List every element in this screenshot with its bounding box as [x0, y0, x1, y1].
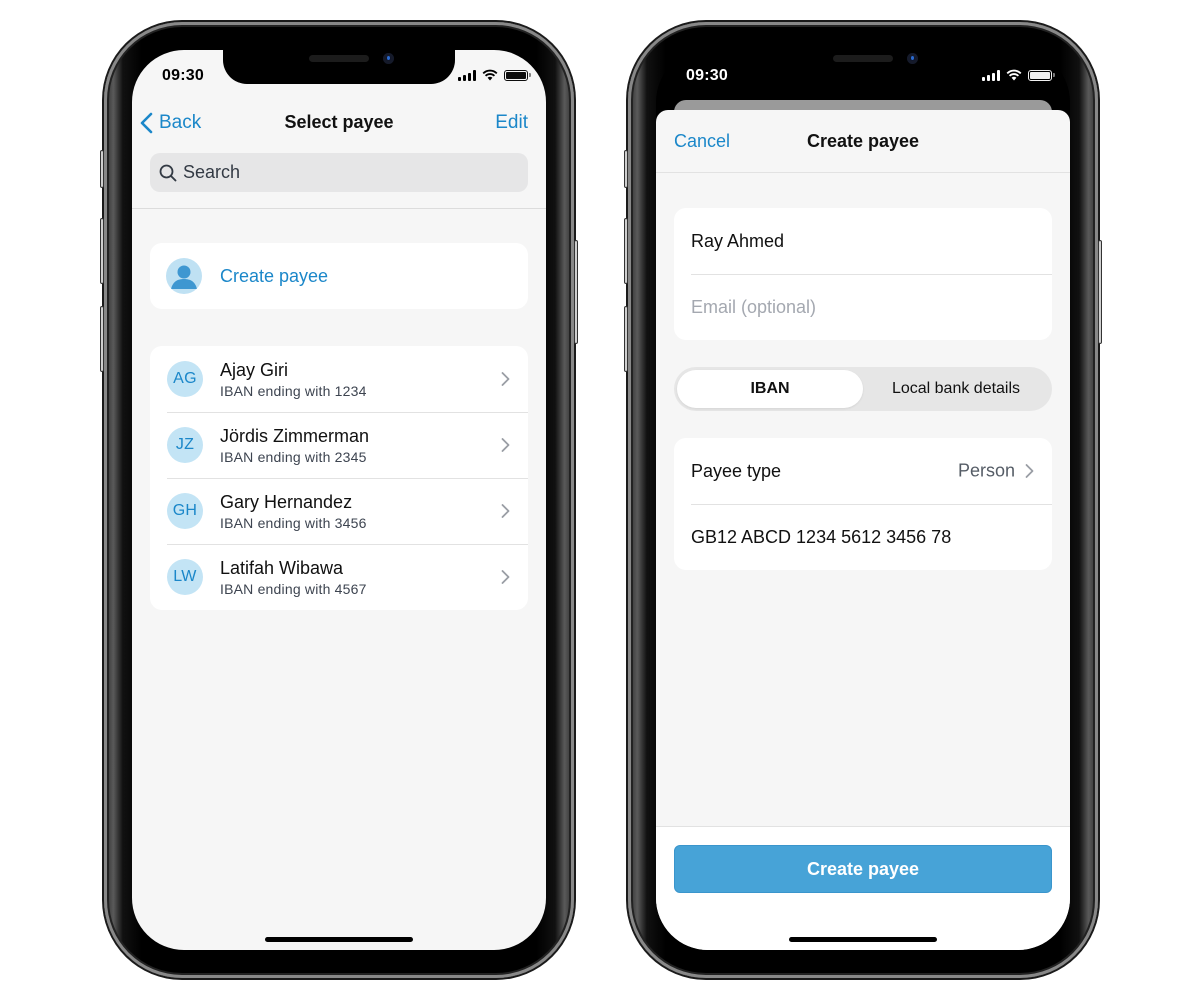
volume-up-button	[100, 218, 104, 284]
chevron-right-icon	[501, 570, 510, 584]
iban-input[interactable]	[691, 526, 1011, 548]
email-field[interactable]	[674, 274, 1052, 340]
back-button[interactable]: Back	[140, 112, 201, 134]
payee-type-row[interactable]: Payee type Person	[674, 438, 1052, 504]
chevron-right-icon	[501, 504, 510, 518]
payee-subtitle: IBAN ending with 1234	[220, 383, 367, 399]
payee-subtitle: IBAN ending with 3456	[220, 515, 367, 531]
home-indicator[interactable]	[265, 937, 413, 942]
person-icon	[166, 258, 202, 294]
mute-switch	[624, 150, 628, 188]
home-indicator[interactable]	[789, 937, 937, 942]
create-payee-label: Create payee	[220, 265, 329, 286]
payee-subtitle: IBAN ending with 2345	[220, 449, 367, 465]
back-label: Back	[159, 112, 202, 133]
avatar: JZ	[167, 427, 203, 463]
search-icon	[159, 164, 177, 181]
payee-row[interactable]: LW Latifah Wibawa IBAN ending with 4567	[150, 544, 528, 610]
edit-button[interactable]: Edit	[495, 112, 528, 134]
phone-create-payee: 09:30 Cancel Create payee Ray Ahmed Emai…	[624, 22, 1102, 978]
footer: Create payee	[656, 826, 1070, 950]
iban-field[interactable]	[674, 504, 1052, 570]
payee-name: Jördis Zimmerman	[220, 426, 370, 446]
status-time: 09:30	[686, 67, 728, 84]
battery-icon	[1028, 69, 1055, 81]
screen: 09:30 Back Select payee Edit Create	[132, 50, 546, 950]
bank-details-fields: Payee type Person	[674, 438, 1052, 570]
wifi-icon	[482, 69, 498, 81]
name-field[interactable]	[674, 208, 1052, 274]
volume-up-button	[624, 218, 628, 284]
search-bar[interactable]	[150, 153, 528, 192]
email-input[interactable]	[691, 296, 1011, 318]
payee-row[interactable]: GH Gary Hernandez IBAN ending with 3456	[150, 478, 528, 544]
power-button	[1098, 240, 1102, 344]
payee-subtitle: IBAN ending with 4567	[220, 581, 367, 597]
payee-name: Ajay Giri	[220, 360, 289, 380]
notch	[223, 50, 455, 84]
chevron-right-icon	[501, 372, 510, 386]
battery-icon	[504, 69, 531, 81]
volume-down-button	[100, 306, 104, 372]
name-input[interactable]	[691, 230, 1011, 252]
signal-icon	[982, 69, 1000, 81]
chevron-right-icon	[501, 438, 510, 452]
mute-switch	[100, 150, 104, 188]
power-button	[574, 240, 578, 344]
avatar: GH	[167, 493, 203, 529]
volume-down-button	[624, 306, 628, 372]
signal-icon	[458, 69, 476, 81]
search-input[interactable]	[183, 162, 483, 183]
payee-row[interactable]: AG Ajay Giri IBAN ending with 1234	[150, 346, 528, 412]
nav-bar: Cancel Create payee	[656, 110, 1070, 173]
create-payee-submit-button[interactable]: Create payee	[674, 845, 1052, 893]
nav-bar: Back Select payee Edit	[132, 98, 546, 150]
chevron-left-icon	[140, 112, 153, 134]
payee-list: AG Ajay Giri IBAN ending with 1234 JZ Jö…	[150, 346, 528, 610]
screen: 09:30 Cancel Create payee Ray Ahmed Emai…	[656, 50, 1070, 950]
header-divider	[132, 208, 546, 209]
avatar: AG	[167, 361, 203, 397]
payee-type-label: Payee type	[691, 460, 782, 481]
create-payee-button[interactable]: Create payee	[150, 243, 528, 309]
create-payee-sheet: Cancel Create payee IBAN Local bank deta…	[656, 110, 1070, 950]
contact-fields	[674, 208, 1052, 340]
payee-name: Latifah Wibawa	[220, 558, 344, 578]
phone-select-payee: 09:30 Back Select payee Edit Create	[100, 22, 578, 978]
segment-local-bank-details[interactable]: Local bank details	[863, 370, 1049, 408]
avatar: LW	[167, 559, 203, 595]
wifi-icon	[1006, 69, 1022, 81]
status-time: 09:30	[162, 67, 204, 84]
cancel-button[interactable]: Cancel	[674, 131, 730, 152]
payee-type-value: Person	[957, 460, 1015, 481]
payee-row[interactable]: JZ Jördis Zimmerman IBAN ending with 234…	[150, 412, 528, 478]
account-type-segmented-control: IBAN Local bank details	[674, 367, 1052, 411]
segment-iban[interactable]: IBAN	[677, 370, 863, 408]
notch	[747, 50, 979, 84]
payee-name: Gary Hernandez	[220, 492, 353, 512]
chevron-right-icon	[1025, 464, 1034, 478]
